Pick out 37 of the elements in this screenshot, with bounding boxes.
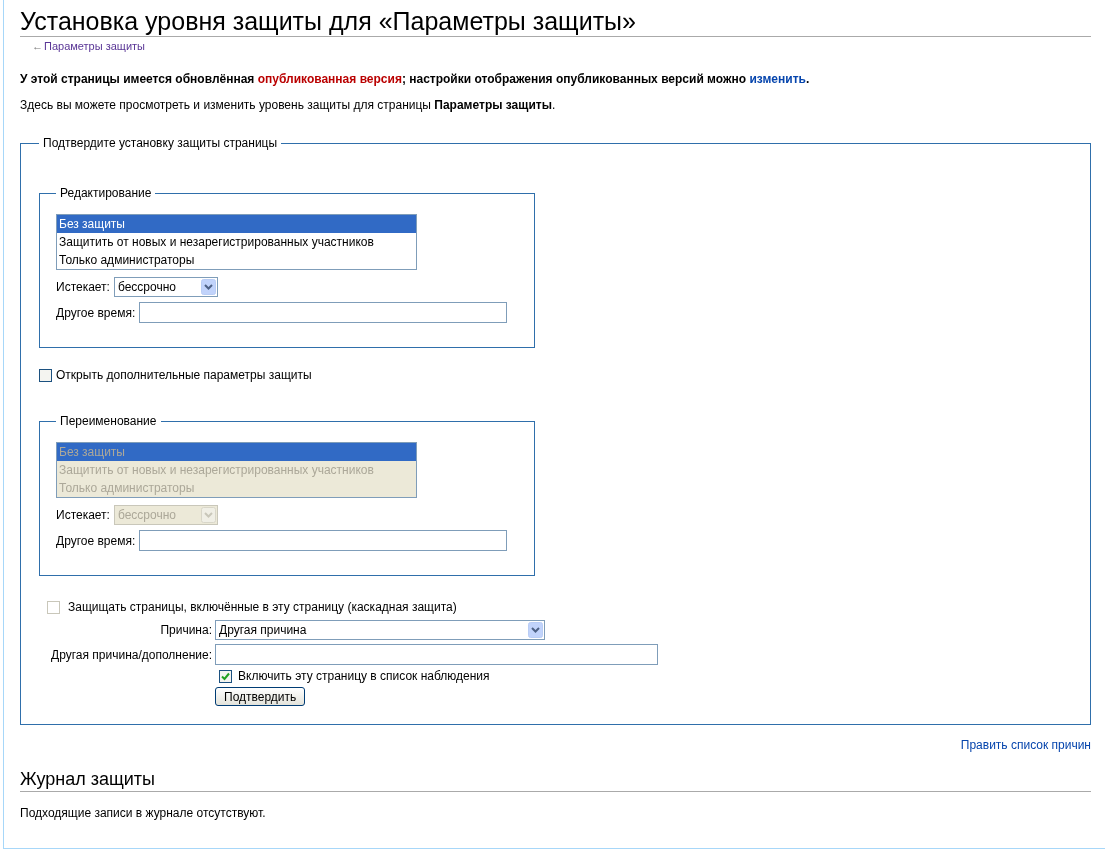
notice-link[interactable]: изменить — [749, 72, 806, 86]
submit-button[interactable]: Подтвердить — [215, 687, 306, 706]
checkbox-label: Защищать страницы, включённые в эту страницу (каскадная защита) — [68, 600, 457, 614]
page-title: Установка уровня защиты для «Параметры защиты» — [20, 6, 1091, 37]
other-time-label: Другое время: — [56, 533, 136, 548]
listbox-option[interactable]: Защитить от новых и незарегистрированных участников — [57, 233, 416, 251]
chevron-down-icon — [528, 622, 543, 638]
other-time-field[interactable] — [139, 302, 508, 323]
expiry-label: Истекает: — [56, 280, 110, 294]
fieldset-legend: Подтвердите установку защиты страницы — [39, 136, 282, 150]
notice-text: У этой страницы имеется обновлённая опубликованная версия; настройки отображения опубликованных версий можно изменить. — [20, 71, 811, 88]
expiry-select[interactable]: бессрочно — [113, 277, 218, 297]
reason-select[interactable]: Другая причина — [215, 620, 545, 640]
listbox-option[interactable]: Без защиты — [57, 215, 416, 233]
back-link[interactable]: Параметры защиты — [44, 40, 145, 52]
intro-text: Здесь вы можете просмотреть и изменить уровень защиты для страницы Параметры защиты. — [20, 97, 557, 114]
checkbox[interactable] — [39, 368, 52, 382]
checkbox-label: Открыть дополнительные параметры защиты — [56, 368, 312, 382]
chevron-down-icon — [200, 279, 216, 295]
expiry-label: Истекает: — [56, 508, 110, 522]
section-heading: Журнал защиты — [20, 767, 1091, 792]
fieldset-legend: Редактирование — [56, 186, 156, 200]
chevron-down-icon — [200, 507, 216, 523]
listbox-option[interactable]: Только администраторы — [57, 251, 416, 269]
fieldset-legend: Переименование — [56, 414, 161, 428]
other-reason-label: Другая причина/дополнение: — [50, 647, 212, 662]
notice-link[interactable]: опубликованная версия — [257, 72, 402, 86]
checkbox[interactable] — [219, 669, 232, 683]
other-reason-field[interactable] — [215, 644, 658, 665]
checkbox-label: Включить эту страницу в список наблюдения — [238, 669, 490, 683]
reason-label: Причина: — [159, 623, 212, 637]
protection-listbox[interactable]: Без защиты Защитить от новых и незарегистрированных участников Только администраторы — [56, 214, 417, 270]
other-time-label: Другое время: — [56, 305, 136, 320]
other-time-field[interactable] — [139, 530, 508, 551]
back-arrow: ← — [32, 40, 43, 52]
log-text: Подходящие записи в журнале отсутствуют. — [20, 805, 267, 822]
edit-reasons-link[interactable]: Править список причин — [960, 738, 1091, 752]
